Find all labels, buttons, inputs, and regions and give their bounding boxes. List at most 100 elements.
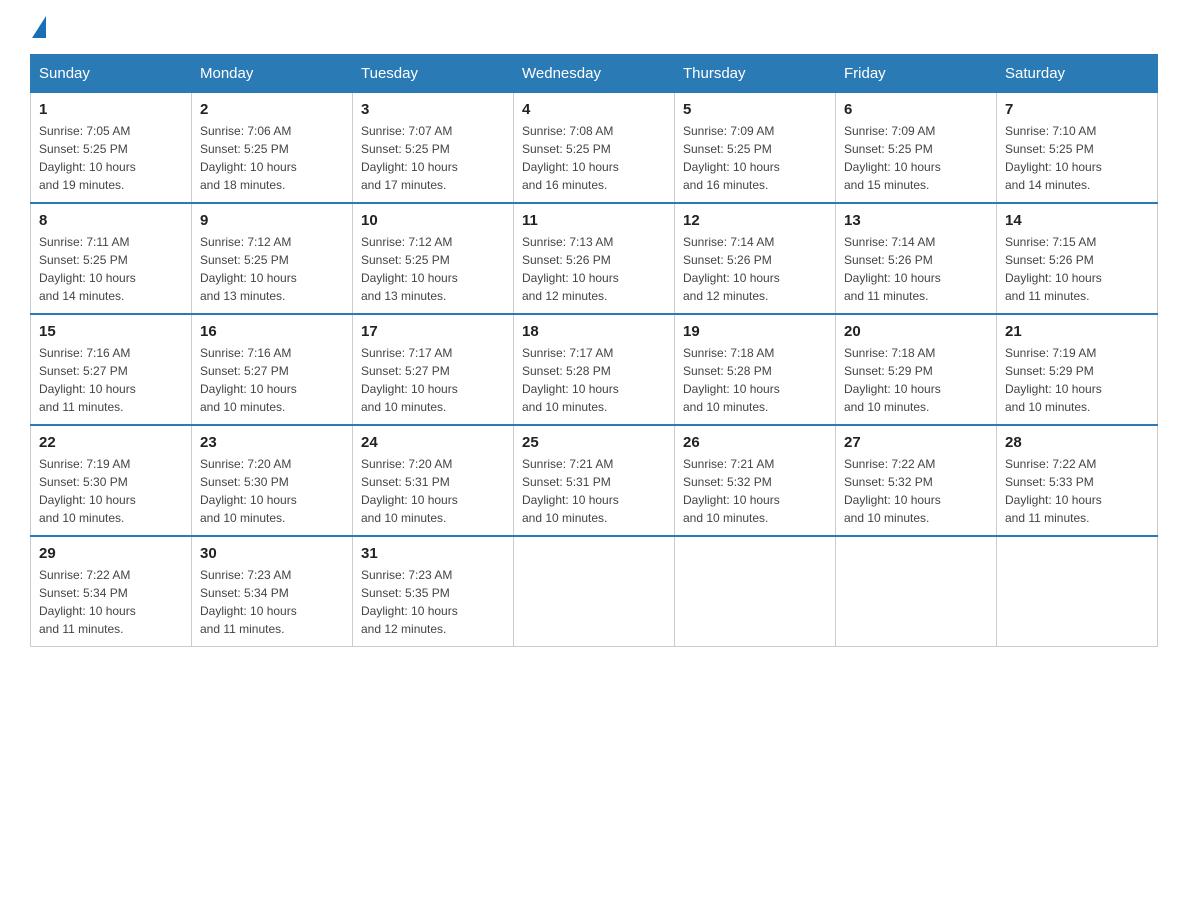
calendar-week-row: 22 Sunrise: 7:19 AMSunset: 5:30 PMDaylig…	[31, 425, 1158, 536]
calendar-week-row: 29 Sunrise: 7:22 AMSunset: 5:34 PMDaylig…	[31, 536, 1158, 647]
day-number: 29	[39, 545, 183, 562]
day-info: Sunrise: 7:09 AMSunset: 5:25 PMDaylight:…	[683, 124, 780, 192]
day-number: 8	[39, 212, 183, 229]
day-number: 3	[361, 101, 505, 118]
calendar-day-cell: 18 Sunrise: 7:17 AMSunset: 5:28 PMDaylig…	[514, 314, 675, 425]
logo	[30, 20, 46, 34]
day-info: Sunrise: 7:17 AMSunset: 5:28 PMDaylight:…	[522, 346, 619, 414]
day-number: 2	[200, 101, 344, 118]
day-number: 6	[844, 101, 988, 118]
day-info: Sunrise: 7:11 AMSunset: 5:25 PMDaylight:…	[39, 235, 136, 303]
calendar-day-cell: 14 Sunrise: 7:15 AMSunset: 5:26 PMDaylig…	[997, 203, 1158, 314]
logo-triangle-icon	[32, 16, 46, 38]
calendar-day-header: Wednesday	[514, 55, 675, 93]
calendar-day-cell: 4 Sunrise: 7:08 AMSunset: 5:25 PMDayligh…	[514, 93, 675, 204]
day-number: 22	[39, 434, 183, 451]
calendar-day-cell	[514, 536, 675, 647]
calendar-day-cell: 23 Sunrise: 7:20 AMSunset: 5:30 PMDaylig…	[192, 425, 353, 536]
day-number: 27	[844, 434, 988, 451]
day-number: 20	[844, 323, 988, 340]
day-number: 14	[1005, 212, 1149, 229]
calendar-day-cell: 25 Sunrise: 7:21 AMSunset: 5:31 PMDaylig…	[514, 425, 675, 536]
calendar-day-cell: 22 Sunrise: 7:19 AMSunset: 5:30 PMDaylig…	[31, 425, 192, 536]
day-info: Sunrise: 7:20 AMSunset: 5:31 PMDaylight:…	[361, 457, 458, 525]
calendar-day-cell: 2 Sunrise: 7:06 AMSunset: 5:25 PMDayligh…	[192, 93, 353, 204]
calendar-day-cell: 10 Sunrise: 7:12 AMSunset: 5:25 PMDaylig…	[353, 203, 514, 314]
calendar-day-cell: 26 Sunrise: 7:21 AMSunset: 5:32 PMDaylig…	[675, 425, 836, 536]
calendar-day-cell: 21 Sunrise: 7:19 AMSunset: 5:29 PMDaylig…	[997, 314, 1158, 425]
day-info: Sunrise: 7:17 AMSunset: 5:27 PMDaylight:…	[361, 346, 458, 414]
day-number: 12	[683, 212, 827, 229]
calendar-day-cell	[675, 536, 836, 647]
calendar-day-header: Thursday	[675, 55, 836, 93]
calendar-day-cell: 9 Sunrise: 7:12 AMSunset: 5:25 PMDayligh…	[192, 203, 353, 314]
calendar-day-header: Saturday	[997, 55, 1158, 93]
day-info: Sunrise: 7:19 AMSunset: 5:30 PMDaylight:…	[39, 457, 136, 525]
page-header	[30, 20, 1158, 34]
day-info: Sunrise: 7:05 AMSunset: 5:25 PMDaylight:…	[39, 124, 136, 192]
day-number: 18	[522, 323, 666, 340]
calendar-day-cell	[997, 536, 1158, 647]
calendar-day-cell: 6 Sunrise: 7:09 AMSunset: 5:25 PMDayligh…	[836, 93, 997, 204]
day-number: 21	[1005, 323, 1149, 340]
calendar-day-cell: 11 Sunrise: 7:13 AMSunset: 5:26 PMDaylig…	[514, 203, 675, 314]
day-info: Sunrise: 7:18 AMSunset: 5:29 PMDaylight:…	[844, 346, 941, 414]
day-number: 10	[361, 212, 505, 229]
day-info: Sunrise: 7:23 AMSunset: 5:34 PMDaylight:…	[200, 568, 297, 636]
calendar-day-cell: 28 Sunrise: 7:22 AMSunset: 5:33 PMDaylig…	[997, 425, 1158, 536]
day-info: Sunrise: 7:14 AMSunset: 5:26 PMDaylight:…	[844, 235, 941, 303]
day-info: Sunrise: 7:23 AMSunset: 5:35 PMDaylight:…	[361, 568, 458, 636]
day-info: Sunrise: 7:21 AMSunset: 5:32 PMDaylight:…	[683, 457, 780, 525]
day-info: Sunrise: 7:22 AMSunset: 5:32 PMDaylight:…	[844, 457, 941, 525]
day-number: 5	[683, 101, 827, 118]
day-info: Sunrise: 7:21 AMSunset: 5:31 PMDaylight:…	[522, 457, 619, 525]
day-number: 19	[683, 323, 827, 340]
calendar-header-row: SundayMondayTuesdayWednesdayThursdayFrid…	[31, 55, 1158, 93]
day-info: Sunrise: 7:16 AMSunset: 5:27 PMDaylight:…	[39, 346, 136, 414]
calendar-week-row: 8 Sunrise: 7:11 AMSunset: 5:25 PMDayligh…	[31, 203, 1158, 314]
calendar-day-header: Monday	[192, 55, 353, 93]
day-info: Sunrise: 7:16 AMSunset: 5:27 PMDaylight:…	[200, 346, 297, 414]
calendar-day-cell: 15 Sunrise: 7:16 AMSunset: 5:27 PMDaylig…	[31, 314, 192, 425]
calendar-day-cell: 13 Sunrise: 7:14 AMSunset: 5:26 PMDaylig…	[836, 203, 997, 314]
day-number: 17	[361, 323, 505, 340]
day-number: 7	[1005, 101, 1149, 118]
day-info: Sunrise: 7:22 AMSunset: 5:33 PMDaylight:…	[1005, 457, 1102, 525]
day-info: Sunrise: 7:15 AMSunset: 5:26 PMDaylight:…	[1005, 235, 1102, 303]
calendar-table: SundayMondayTuesdayWednesdayThursdayFrid…	[30, 54, 1158, 647]
calendar-day-cell: 27 Sunrise: 7:22 AMSunset: 5:32 PMDaylig…	[836, 425, 997, 536]
day-info: Sunrise: 7:19 AMSunset: 5:29 PMDaylight:…	[1005, 346, 1102, 414]
day-number: 28	[1005, 434, 1149, 451]
calendar-day-cell: 30 Sunrise: 7:23 AMSunset: 5:34 PMDaylig…	[192, 536, 353, 647]
day-info: Sunrise: 7:10 AMSunset: 5:25 PMDaylight:…	[1005, 124, 1102, 192]
day-info: Sunrise: 7:14 AMSunset: 5:26 PMDaylight:…	[683, 235, 780, 303]
day-number: 25	[522, 434, 666, 451]
calendar-day-cell: 7 Sunrise: 7:10 AMSunset: 5:25 PMDayligh…	[997, 93, 1158, 204]
calendar-day-cell: 16 Sunrise: 7:16 AMSunset: 5:27 PMDaylig…	[192, 314, 353, 425]
calendar-day-header: Tuesday	[353, 55, 514, 93]
calendar-day-cell: 3 Sunrise: 7:07 AMSunset: 5:25 PMDayligh…	[353, 93, 514, 204]
calendar-day-cell: 17 Sunrise: 7:17 AMSunset: 5:27 PMDaylig…	[353, 314, 514, 425]
calendar-day-cell: 20 Sunrise: 7:18 AMSunset: 5:29 PMDaylig…	[836, 314, 997, 425]
day-info: Sunrise: 7:13 AMSunset: 5:26 PMDaylight:…	[522, 235, 619, 303]
calendar-day-cell: 5 Sunrise: 7:09 AMSunset: 5:25 PMDayligh…	[675, 93, 836, 204]
day-info: Sunrise: 7:06 AMSunset: 5:25 PMDaylight:…	[200, 124, 297, 192]
day-number: 26	[683, 434, 827, 451]
day-number: 13	[844, 212, 988, 229]
day-info: Sunrise: 7:09 AMSunset: 5:25 PMDaylight:…	[844, 124, 941, 192]
calendar-day-cell: 31 Sunrise: 7:23 AMSunset: 5:35 PMDaylig…	[353, 536, 514, 647]
day-number: 24	[361, 434, 505, 451]
day-info: Sunrise: 7:20 AMSunset: 5:30 PMDaylight:…	[200, 457, 297, 525]
day-number: 11	[522, 212, 666, 229]
calendar-day-cell: 24 Sunrise: 7:20 AMSunset: 5:31 PMDaylig…	[353, 425, 514, 536]
calendar-week-row: 15 Sunrise: 7:16 AMSunset: 5:27 PMDaylig…	[31, 314, 1158, 425]
day-number: 30	[200, 545, 344, 562]
calendar-day-cell: 29 Sunrise: 7:22 AMSunset: 5:34 PMDaylig…	[31, 536, 192, 647]
day-info: Sunrise: 7:08 AMSunset: 5:25 PMDaylight:…	[522, 124, 619, 192]
calendar-day-header: Friday	[836, 55, 997, 93]
day-number: 1	[39, 101, 183, 118]
day-number: 9	[200, 212, 344, 229]
day-info: Sunrise: 7:22 AMSunset: 5:34 PMDaylight:…	[39, 568, 136, 636]
calendar-day-cell: 19 Sunrise: 7:18 AMSunset: 5:28 PMDaylig…	[675, 314, 836, 425]
day-info: Sunrise: 7:12 AMSunset: 5:25 PMDaylight:…	[200, 235, 297, 303]
